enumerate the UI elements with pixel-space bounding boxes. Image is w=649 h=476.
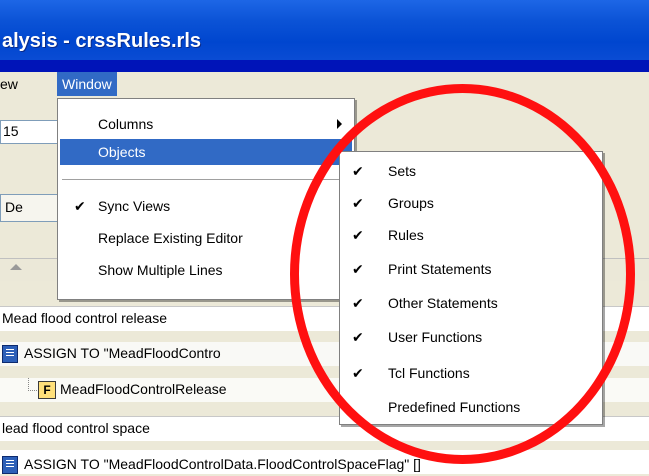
- window-title: alysis - crssRules.rls: [2, 30, 202, 52]
- function-name: MeadFloodControlRelease: [60, 381, 227, 397]
- checkmark-icon: ✔: [352, 329, 364, 345]
- menu-item-user-functions[interactable]: ✔ User Functions: [342, 324, 600, 350]
- menu-item-predefined-functions[interactable]: Predefined Functions: [342, 394, 600, 420]
- rule-name: lead flood control space: [2, 420, 150, 436]
- menu-view[interactable]: ew: [0, 76, 18, 92]
- tree-connector: [28, 378, 37, 391]
- rule-name: Mead flood control release: [2, 310, 167, 326]
- menu-item-other-statements[interactable]: ✔ Other Statements: [342, 290, 600, 316]
- menu-item-rules[interactable]: ✔ Rules: [342, 222, 600, 248]
- menu-item-label: Sets: [388, 163, 417, 179]
- menu-bar: ew Window: [0, 72, 649, 98]
- submenu-arrow-icon: [337, 119, 342, 129]
- menu-item-label: Groups: [388, 195, 434, 211]
- menu-item-label: User Functions: [388, 329, 483, 345]
- checkmark-icon: ✔: [352, 227, 364, 243]
- checkmark-icon: ✔: [352, 163, 364, 179]
- toolbar-field[interactable]: 15: [0, 120, 62, 144]
- tab-de-label: De: [5, 199, 23, 215]
- checkmark-icon: ✔: [352, 261, 364, 277]
- menu-item-print-statements[interactable]: ✔ Print Statements: [342, 256, 600, 282]
- sort-up-icon[interactable]: [10, 264, 22, 270]
- rule-statement: ASSIGN TO "MeadFloodControlData.FloodCon…: [24, 456, 421, 472]
- rule-statement: ASSIGN TO "MeadFloodContro: [24, 345, 221, 361]
- menu-item-label: Columns: [98, 116, 154, 132]
- objects-submenu: ✔ Sets ✔ Groups ✔ Rules ✔ Print Statemen…: [339, 151, 603, 425]
- menu-item-label: Objects: [98, 144, 146, 160]
- function-icon: F: [38, 381, 56, 399]
- checkmark-icon: ✔: [352, 295, 364, 311]
- document-icon: [2, 456, 18, 474]
- checkmark-icon: ✔: [352, 195, 364, 211]
- menu-item-columns[interactable]: Columns: [60, 111, 352, 137]
- list-item[interactable]: ASSIGN TO "MeadFloodControlData.FloodCon…: [0, 450, 649, 474]
- menu-item-groups[interactable]: ✔ Groups: [342, 190, 600, 216]
- title-bar: alysis - crssRules.rls: [0, 0, 649, 60]
- menu-window[interactable]: Window: [57, 72, 117, 96]
- menu-item-label: Sync Views: [98, 198, 171, 214]
- menu-item-label: Other Statements: [388, 295, 498, 311]
- menu-item-label: Print Statements: [388, 261, 492, 277]
- menu-separator: [62, 179, 350, 180]
- menu-item-label: Rules: [388, 227, 424, 243]
- menu-item-sync-views[interactable]: ✔ Sync Views: [60, 193, 352, 219]
- checkmark-icon: ✔: [74, 198, 86, 214]
- menu-item-sets[interactable]: ✔ Sets: [342, 158, 600, 184]
- menu-item-show-multiple-lines[interactable]: Show Multiple Lines: [60, 257, 352, 283]
- toolbar-field-value: 15: [3, 123, 19, 139]
- menu-item-label: Replace Existing Editor: [98, 230, 243, 246]
- window-menu: Columns Objects ✔ Sync Views Replace Exi…: [57, 98, 355, 300]
- menu-item-objects[interactable]: Objects: [60, 139, 352, 165]
- menu-item-label: Show Multiple Lines: [98, 262, 223, 278]
- checkmark-icon: ✔: [352, 365, 364, 381]
- menu-item-tcl-functions[interactable]: ✔ Tcl Functions: [342, 360, 600, 386]
- menu-item-replace-existing-editor[interactable]: Replace Existing Editor: [60, 225, 352, 251]
- menu-item-label: Predefined Functions: [388, 399, 521, 415]
- menu-item-label: Tcl Functions: [388, 365, 470, 381]
- document-icon: [2, 345, 18, 363]
